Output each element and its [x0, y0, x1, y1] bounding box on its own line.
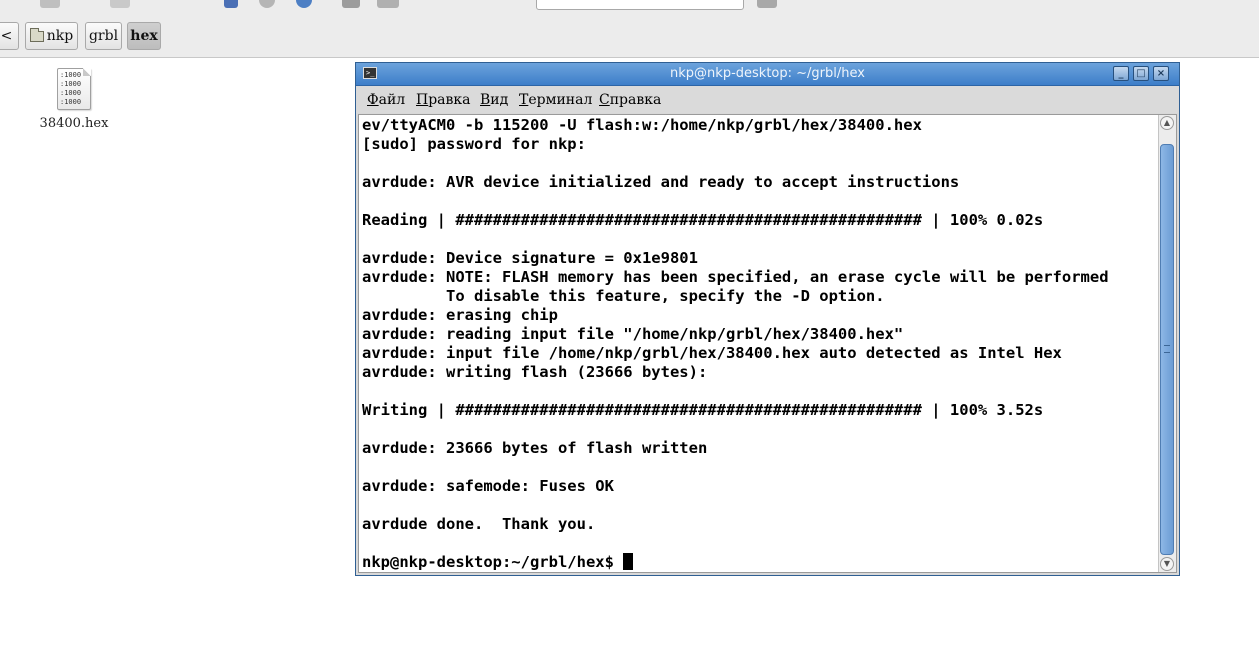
- terminal-line: avrdude: 23666 bytes of flash written: [362, 439, 708, 457]
- menu-terminal[interactable]: Терминал: [519, 92, 592, 108]
- terminal-prompt: nkp@nkp-desktop:~/grbl/hex$: [362, 553, 624, 571]
- terminal-line: avrdude: NOTE: FLASH memory has been spe…: [362, 268, 1109, 286]
- terminal-line: ev/ttyACM0 -b 115200 -U flash:w:/home/nk…: [362, 116, 922, 134]
- chevron-up-icon: ▲: [1163, 118, 1171, 127]
- window-title: nkp@nkp-desktop: ~/grbl/hex: [670, 66, 865, 81]
- maximize-icon: □: [1136, 68, 1146, 79]
- terminal-body[interactable]: ev/ttyACM0 -b 115200 -U flash:w:/home/nk…: [358, 114, 1177, 573]
- path-button-label: grbl: [88, 28, 119, 44]
- vertical-scrollbar[interactable]: ▲ ▼: [1158, 115, 1176, 572]
- terminal-line: avrdude: reading input file "/home/nkp/g…: [362, 325, 904, 343]
- terminal-line: avrdude: erasing chip: [362, 306, 558, 324]
- scroll-down-button[interactable]: ▼: [1160, 557, 1174, 571]
- toolbar-button[interactable]: [377, 0, 399, 8]
- path-button-label: hex: [130, 28, 158, 44]
- file-item-38400-hex[interactable]: :1000 :1000 :1000 :1000 38400.hex: [30, 68, 118, 131]
- toolbar-button[interactable]: [296, 0, 312, 8]
- terminal-line: avrdude: writing flash (23666 bytes):: [362, 363, 708, 381]
- back-button[interactable]: <: [0, 22, 19, 50]
- path-button-grbl[interactable]: grbl: [85, 22, 122, 50]
- terminal-line: avrdude: input file /home/nkp/grbl/hex/3…: [362, 344, 1062, 362]
- path-button-hex[interactable]: hex: [127, 22, 161, 50]
- close-button[interactable]: ×: [1153, 66, 1169, 81]
- home-folder-icon: [29, 27, 44, 42]
- terminal-line: [sudo] password for nkp:: [362, 135, 586, 153]
- toolbar-button[interactable]: [40, 0, 60, 8]
- menu-edit[interactable]: Правка: [416, 92, 471, 108]
- path-button-nkp[interactable]: nkp: [25, 22, 78, 50]
- terminal-output[interactable]: ev/ttyACM0 -b 115200 -U flash:w:/home/nk…: [362, 116, 1162, 574]
- menu-file[interactable]: Файл: [367, 92, 405, 108]
- scrollbar-thumb[interactable]: [1160, 144, 1174, 555]
- maximize-button[interactable]: □: [1133, 66, 1149, 81]
- hex-file-icon: :1000 :1000 :1000 :1000: [57, 68, 91, 110]
- menu-view[interactable]: Вид: [480, 92, 508, 108]
- path-bar: < nkp grbl hex: [0, 12, 1259, 58]
- back-arrow-icon: <: [0, 28, 13, 44]
- file-manager-toolbar: [0, 0, 1259, 12]
- file-name: 38400.hex: [39, 116, 109, 131]
- minimize-icon: _: [1118, 68, 1124, 79]
- close-icon: ×: [1156, 68, 1166, 79]
- toolbar-button[interactable]: [757, 0, 777, 8]
- toolbar-button[interactable]: [110, 0, 130, 8]
- title-bar[interactable]: >_ nkp@nkp-desktop: ~/grbl/hex _ □ ×: [356, 63, 1179, 86]
- terminal-line: To disable this feature, specify the -D …: [445, 287, 885, 305]
- terminal-line: Writing | ##############################…: [362, 401, 1044, 419]
- scroll-up-button[interactable]: ▲: [1160, 116, 1174, 130]
- chevron-down-icon: ▼: [1163, 559, 1171, 568]
- minimize-button[interactable]: _: [1113, 66, 1129, 81]
- path-button-label: nkp: [46, 28, 74, 44]
- menu-bar: Файл Правка Вид Терминал Справка: [356, 86, 1179, 113]
- terminal-line: avrdude done. Thank you.: [362, 515, 596, 533]
- text-cursor: [623, 553, 634, 570]
- terminal-line: avrdude: AVR device initialized and read…: [362, 173, 960, 191]
- toolbar-button[interactable]: [259, 0, 275, 8]
- toolbar-button[interactable]: [224, 0, 238, 8]
- terminal-lines: ev/ttyACM0 -b 115200 -U flash:w:/home/nk…: [362, 116, 1109, 533]
- terminal-line: avrdude: safemode: Fuses OK: [362, 477, 614, 495]
- terminal-line: avrdude: Device signature = 0x1e9801: [362, 249, 698, 267]
- toolbar-button[interactable]: [342, 0, 360, 8]
- location-field[interactable]: [536, 0, 744, 10]
- grip-icon: [1164, 345, 1170, 353]
- terminal-line: Reading | ##############################…: [362, 211, 1044, 229]
- menu-help[interactable]: Справка: [599, 92, 661, 108]
- terminal-window[interactable]: >_ nkp@nkp-desktop: ~/grbl/hex _ □ × Фай…: [355, 62, 1180, 576]
